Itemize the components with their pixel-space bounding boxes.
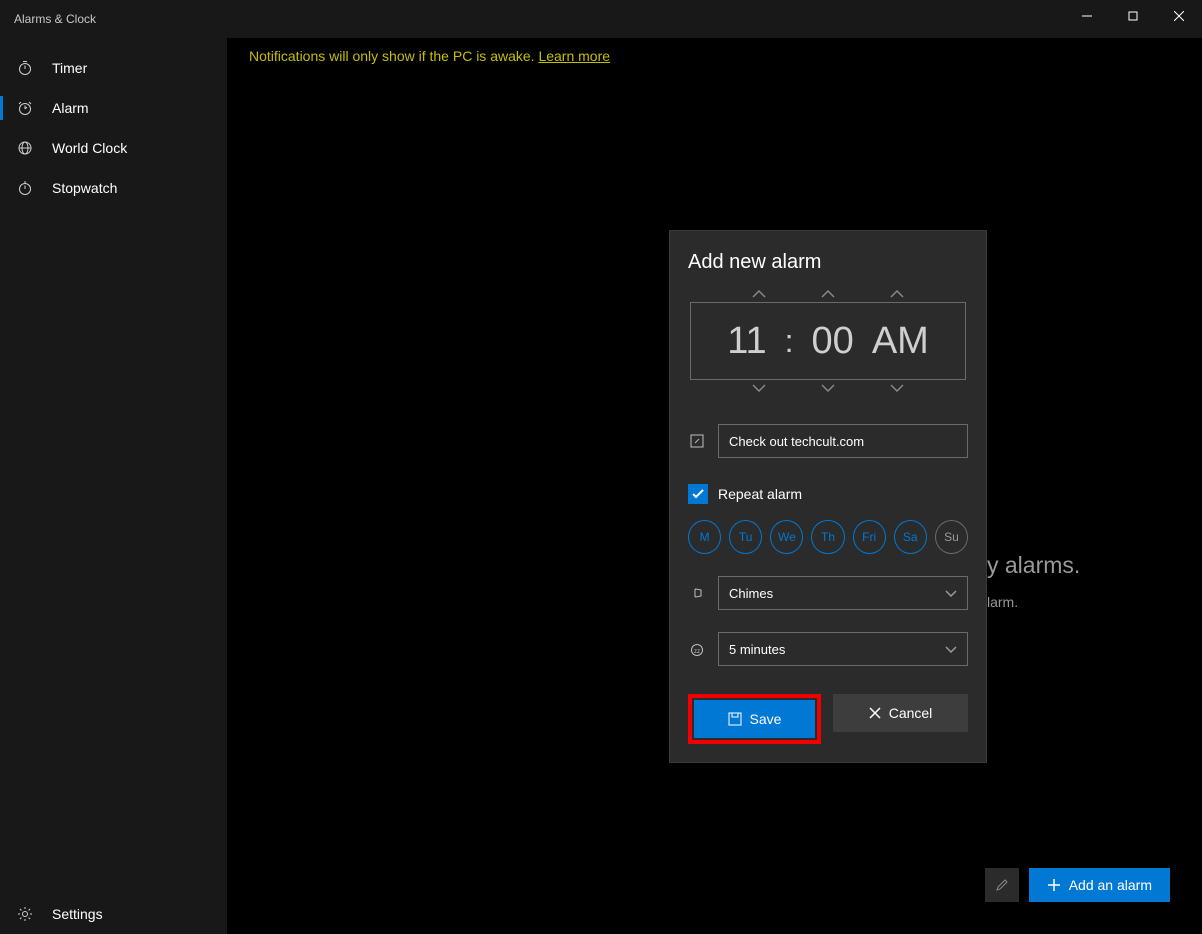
- snooze-select[interactable]: 5 minutes: [718, 632, 968, 666]
- sidebar-item-label: Stopwatch: [52, 180, 117, 196]
- main-content: Notifications will only show if the PC i…: [227, 38, 1202, 934]
- snooze-icon: zz: [688, 641, 706, 657]
- plus-icon: [1047, 878, 1061, 892]
- repeat-alarm-label: Repeat alarm: [718, 486, 802, 502]
- chevron-down-icon: [945, 646, 957, 653]
- empty-subtext-partial: larm.: [987, 594, 1018, 610]
- time-picker-down-row: [688, 380, 968, 396]
- sound-icon: [688, 585, 706, 601]
- save-icon: [728, 712, 742, 726]
- maximize-button[interactable]: [1110, 0, 1156, 32]
- ampm-up-button[interactable]: [890, 290, 904, 298]
- save-label: Save: [750, 711, 782, 727]
- sidebar-item-label: Alarm: [52, 100, 89, 116]
- day-tuesday[interactable]: Tu: [729, 520, 762, 554]
- add-alarm-button[interactable]: Add an alarm: [1029, 868, 1170, 902]
- hour-up-button[interactable]: [752, 290, 766, 298]
- svg-text:zz: zz: [694, 649, 700, 655]
- day-sunday[interactable]: Su: [935, 520, 968, 554]
- time-picker[interactable]: 11 : 00 AM: [690, 302, 966, 380]
- sound-select[interactable]: Chimes: [718, 576, 968, 610]
- sidebar-item-label: World Clock: [52, 140, 127, 156]
- time-separator: :: [785, 323, 794, 360]
- sidebar-item-world-clock[interactable]: World Clock: [0, 128, 227, 168]
- hour-down-button[interactable]: [752, 384, 766, 392]
- cancel-button[interactable]: Cancel: [833, 694, 968, 732]
- minimize-button[interactable]: [1064, 0, 1110, 32]
- notification-bar: Notifications will only show if the PC i…: [227, 38, 1202, 64]
- sidebar-item-alarm[interactable]: Alarm: [0, 88, 227, 128]
- days-row: M Tu We Th Fri Sa Su: [688, 520, 968, 554]
- day-saturday[interactable]: Sa: [894, 520, 927, 554]
- learn-more-link[interactable]: Learn more: [538, 48, 610, 64]
- add-alarm-label: Add an alarm: [1069, 877, 1152, 893]
- repeat-alarm-checkbox[interactable]: [688, 484, 708, 504]
- dialog-title: Add new alarm: [688, 251, 968, 274]
- edit-alarms-button[interactable]: [985, 868, 1019, 902]
- sound-value: Chimes: [729, 586, 773, 601]
- sidebar-item-label: Timer: [52, 60, 87, 76]
- add-alarm-dialog: Add new alarm 11 : 00 AM: [669, 230, 987, 763]
- sidebar-item-label: Settings: [52, 906, 103, 922]
- save-highlight: Save: [688, 694, 821, 744]
- day-monday[interactable]: M: [688, 520, 721, 554]
- stopwatch-icon: [16, 180, 34, 196]
- sidebar-item-settings[interactable]: Settings: [0, 894, 227, 934]
- hour-value: 11: [727, 320, 766, 363]
- close-icon: [869, 707, 881, 719]
- day-friday[interactable]: Fri: [853, 520, 886, 554]
- alarm-icon: [16, 100, 34, 116]
- app-title: Alarms & Clock: [0, 12, 96, 26]
- sidebar-item-stopwatch[interactable]: Stopwatch: [0, 168, 227, 208]
- gear-icon: [16, 906, 34, 922]
- snooze-value: 5 minutes: [729, 642, 785, 657]
- day-wednesday[interactable]: We: [770, 520, 803, 554]
- minute-down-button[interactable]: [821, 384, 835, 392]
- pencil-icon: [994, 877, 1010, 893]
- empty-headline-partial: y alarms.: [987, 552, 1080, 579]
- world-clock-icon: [16, 140, 34, 156]
- alarm-name-input[interactable]: [718, 424, 968, 458]
- window-controls: [1064, 0, 1202, 32]
- time-picker-up-row: [688, 286, 968, 302]
- save-button[interactable]: Save: [694, 700, 815, 738]
- chevron-down-icon: [945, 590, 957, 597]
- timer-icon: [16, 60, 34, 76]
- titlebar: Alarms & Clock: [0, 0, 1202, 38]
- ampm-down-button[interactable]: [890, 384, 904, 392]
- bottom-actions: Add an alarm: [985, 868, 1170, 902]
- minute-value: 00: [812, 320, 854, 363]
- sidebar: Timer Alarm World Clock Stopwatch Settin…: [0, 38, 227, 934]
- minute-up-button[interactable]: [821, 290, 835, 298]
- edit-icon: [688, 433, 706, 449]
- notification-text: Notifications will only show if the PC i…: [249, 48, 538, 64]
- day-thursday[interactable]: Th: [811, 520, 844, 554]
- ampm-value: AM: [872, 320, 929, 363]
- sidebar-item-timer[interactable]: Timer: [0, 48, 227, 88]
- cancel-label: Cancel: [889, 705, 933, 721]
- close-button[interactable]: [1156, 0, 1202, 32]
